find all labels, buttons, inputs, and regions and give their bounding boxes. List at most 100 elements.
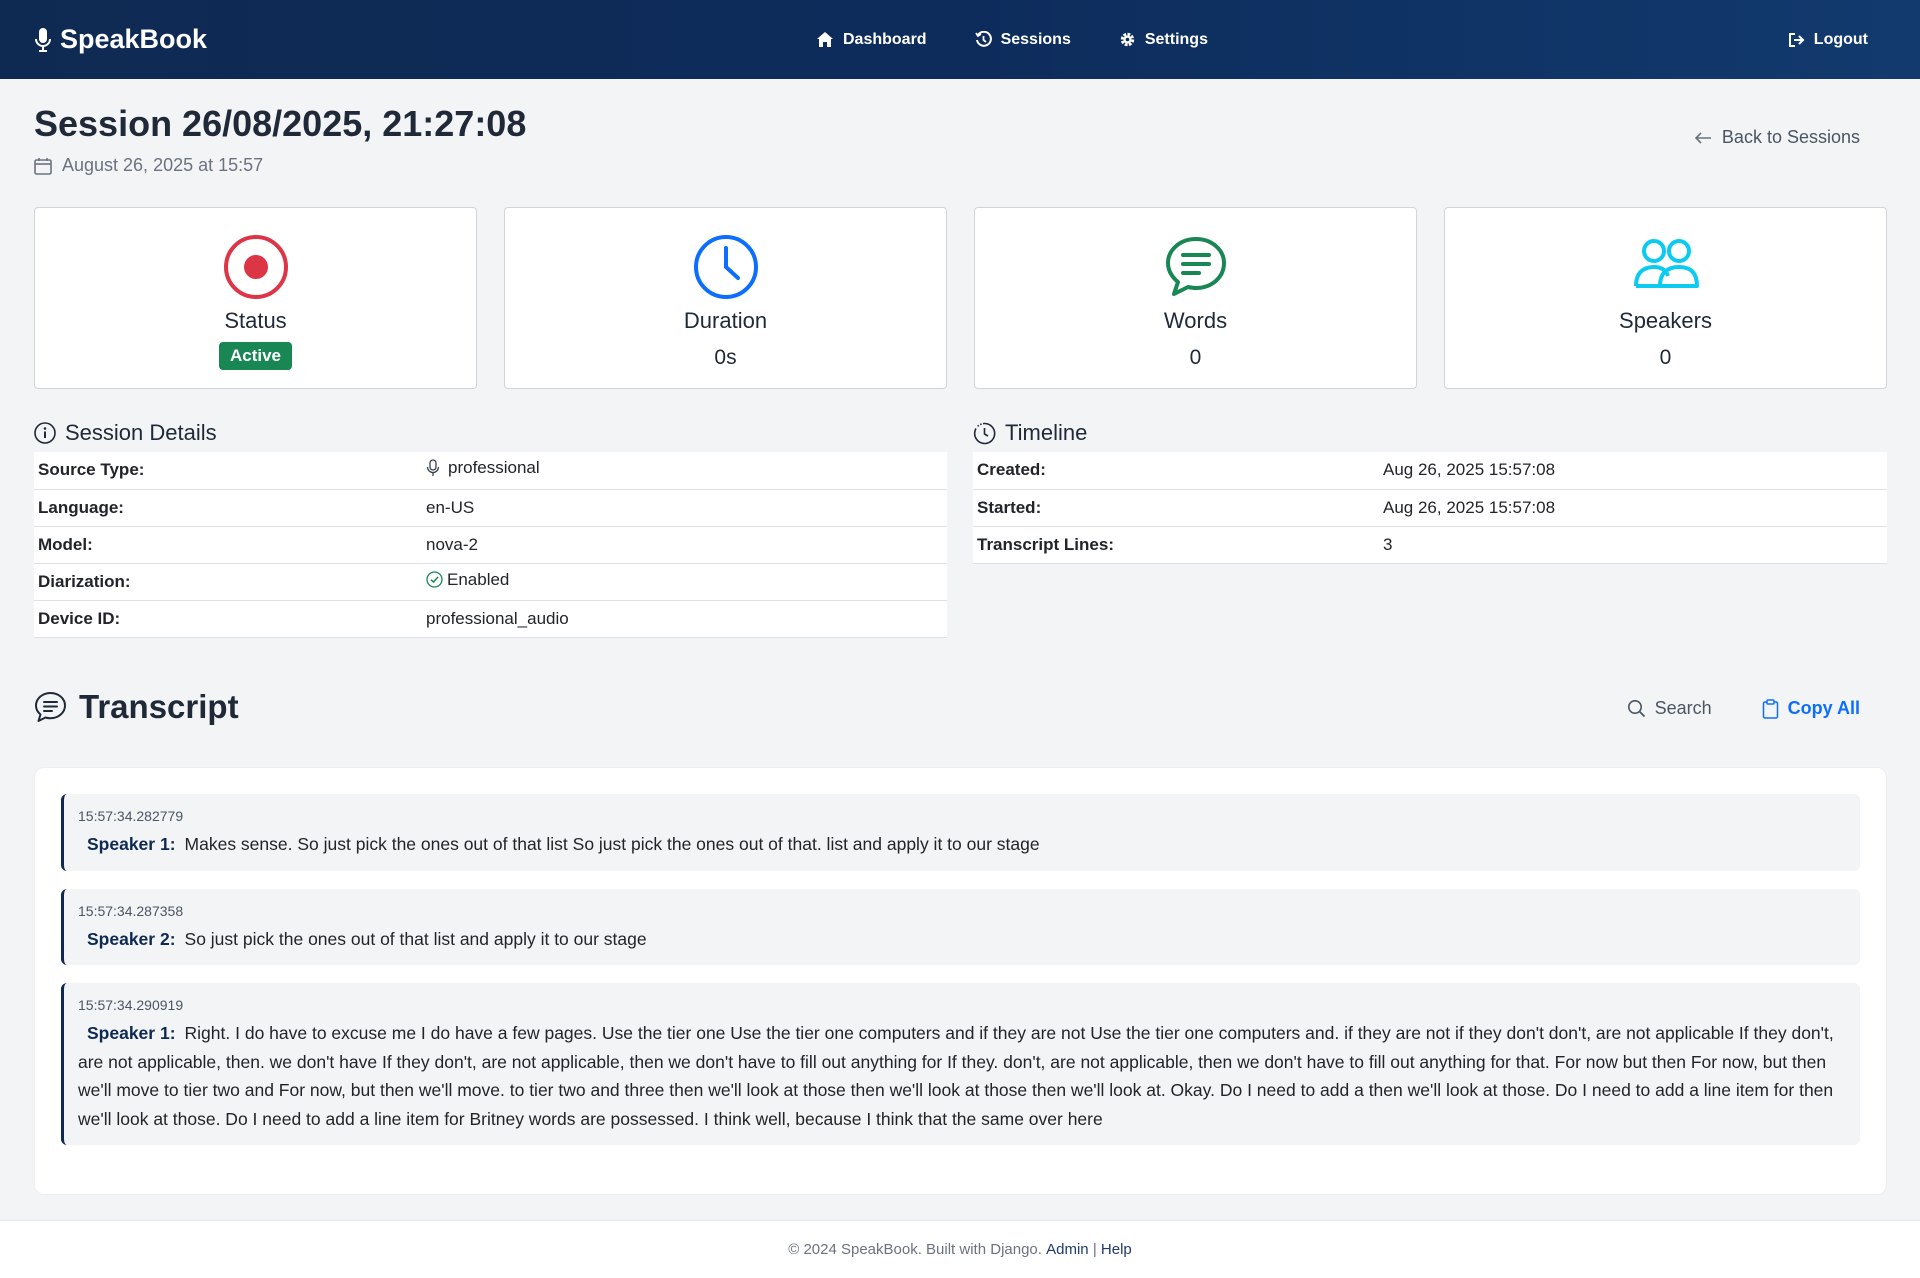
speaker-label: Speaker 1: bbox=[87, 834, 176, 854]
detail-value: Enabled bbox=[422, 563, 947, 601]
detail-key: Model: bbox=[34, 526, 422, 564]
timeline-value: Aug 26, 2025 15:57:08 bbox=[1379, 452, 1887, 490]
transcript-line: Speaker 1: Right. I do have to excuse me … bbox=[78, 1019, 1844, 1133]
detail-key: Device ID: bbox=[34, 600, 422, 638]
nav-dashboard[interactable]: Dashboard bbox=[816, 31, 927, 49]
admin-link[interactable]: Admin bbox=[1046, 1241, 1089, 1258]
search-label: Search bbox=[1654, 698, 1712, 718]
timeline-table: Created: Aug 26, 2025 15:57:08 Started: … bbox=[973, 452, 1887, 564]
clock-icon bbox=[693, 234, 759, 300]
search-icon bbox=[1627, 699, 1646, 718]
status-badge: Active bbox=[218, 342, 293, 370]
timeline-title: Timeline bbox=[1005, 420, 1088, 445]
info-circle-icon bbox=[34, 422, 56, 444]
calendar-icon bbox=[34, 157, 52, 175]
mic-icon bbox=[426, 459, 440, 477]
transcript-line: Speaker 2: So just pick the ones out of t… bbox=[78, 925, 1844, 954]
detail-value: professional_audio bbox=[422, 600, 947, 638]
nav-sessions[interactable]: Sessions bbox=[974, 30, 1071, 49]
transcript-timestamp: 15:57:34.287358 bbox=[78, 902, 184, 919]
timeline-key: Transcript Lines: bbox=[973, 526, 1379, 564]
history-icon bbox=[974, 31, 992, 48]
words-card: Words 0 bbox=[974, 207, 1417, 389]
page-title: Session 26/08/2025, 21:27:08 bbox=[34, 103, 527, 144]
session-details-title: Session Details bbox=[65, 420, 217, 445]
brand-name: SpeakBook bbox=[60, 24, 208, 54]
logout-button[interactable]: Logout bbox=[1788, 0, 1868, 79]
record-icon bbox=[223, 234, 289, 300]
transcript-line: Speaker 1: Makes sense. So just pick the … bbox=[78, 830, 1844, 859]
stats-row: Status Active Duration 0s Words 0 Speake… bbox=[34, 207, 1887, 389]
detail-value: professional bbox=[422, 452, 947, 490]
footer-separator: | bbox=[1092, 1241, 1097, 1258]
nav-settings-label: Settings bbox=[1144, 30, 1208, 48]
transcript-title: Transcript bbox=[79, 688, 239, 725]
timeline: Timeline Created: Aug 26, 2025 15:57:08 … bbox=[973, 418, 1887, 564]
microphone-icon bbox=[34, 27, 52, 53]
duration-card: Duration 0s bbox=[504, 207, 947, 389]
table-row: Created: Aug 26, 2025 15:57:08 bbox=[973, 452, 1887, 490]
transcript-text: So just pick the ones out of that list a… bbox=[184, 928, 647, 949]
transcript-text: Right. I do have to excuse me I do have … bbox=[78, 1023, 1834, 1129]
speaker-label: Speaker 1: bbox=[87, 1023, 176, 1043]
speakers-value: 0 bbox=[1659, 346, 1672, 369]
session-date: August 26, 2025 at 15:57 bbox=[34, 155, 263, 176]
home-icon bbox=[816, 31, 834, 48]
transcript-timestamp: 15:57:34.282779 bbox=[78, 808, 184, 824]
back-to-sessions-link[interactable]: Back to Sessions bbox=[1694, 127, 1860, 148]
table-row: Started: Aug 26, 2025 15:57:08 bbox=[973, 489, 1887, 527]
duration-label: Duration bbox=[683, 308, 768, 333]
table-row: Language: en-US bbox=[34, 489, 947, 527]
page-header: Session 26/08/2025, 21:27:08 August 26, … bbox=[34, 79, 1886, 206]
diarization-value: Enabled bbox=[447, 569, 510, 589]
copy-all-label: Copy All bbox=[1787, 698, 1860, 718]
logout-icon bbox=[1788, 32, 1805, 48]
session-details: Session Details Source Type: professiona… bbox=[34, 418, 947, 638]
timeline-heading: Timeline bbox=[973, 418, 1887, 448]
transcript-entry: 15:57:34.282779 Speaker 1: Makes sense. S… bbox=[61, 794, 1860, 871]
transcript-timestamp: 15:57:34.290919 bbox=[78, 997, 184, 1013]
transcript-entry: 15:57:34.287358 Speaker 2: So just pick t… bbox=[61, 888, 1860, 965]
search-button[interactable]: Search bbox=[1627, 698, 1712, 719]
back-to-sessions-label: Back to Sessions bbox=[1721, 127, 1860, 147]
session-details-table: Source Type: professional Language: en-U… bbox=[34, 452, 947, 638]
people-icon bbox=[1633, 234, 1699, 300]
footer: © 2024 SpeakBook. Built with Django. Adm… bbox=[0, 1220, 1920, 1278]
timeline-value: Aug 26, 2025 15:57:08 bbox=[1379, 489, 1887, 527]
transcript-entry: 15:57:34.290919 Speaker 1: Right. I do ha… bbox=[61, 983, 1860, 1145]
chat-text-icon bbox=[1163, 234, 1229, 300]
nav-settings[interactable]: Settings bbox=[1119, 31, 1208, 49]
transcript-text: Makes sense. So just pick the ones out o… bbox=[184, 834, 1040, 854]
detail-key: Language: bbox=[34, 489, 422, 527]
timeline-value: 3 bbox=[1379, 526, 1887, 564]
speaker-label: Speaker 2: bbox=[87, 928, 176, 949]
help-link[interactable]: Help bbox=[1101, 1241, 1132, 1258]
top-navbar: SpeakBook Dashboard Sessions Settings Lo… bbox=[0, 0, 1920, 79]
detail-value: nova-2 bbox=[422, 526, 947, 564]
table-row: Source Type: professional bbox=[34, 452, 947, 490]
check-circle-icon bbox=[426, 571, 443, 588]
gear-icon bbox=[1119, 31, 1136, 48]
transcript-heading: Transcript bbox=[34, 688, 239, 726]
speakers-label: Speakers bbox=[1619, 308, 1712, 333]
detail-value: en-US bbox=[422, 489, 947, 527]
logout-label: Logout bbox=[1813, 30, 1868, 48]
copy-all-button[interactable]: Copy All bbox=[1762, 698, 1860, 719]
arrow-left-icon bbox=[1694, 131, 1712, 145]
session-date-text: August 26, 2025 at 15:57 bbox=[62, 155, 264, 175]
session-details-heading: Session Details bbox=[34, 418, 947, 448]
nav-sessions-label: Sessions bbox=[1000, 30, 1071, 48]
table-row: Device ID: professional_audio bbox=[34, 600, 947, 638]
brand[interactable]: SpeakBook bbox=[34, 24, 207, 55]
timeline-key: Started: bbox=[973, 489, 1379, 527]
nav-dashboard-label: Dashboard bbox=[843, 30, 927, 48]
source-type-value: professional bbox=[448, 458, 540, 478]
table-row: Transcript Lines: 3 bbox=[973, 526, 1887, 564]
table-row: Diarization: Enabled bbox=[34, 563, 947, 601]
status-card: Status Active bbox=[34, 207, 477, 389]
footer-text: © 2024 SpeakBook. Built with Django. bbox=[788, 1241, 1042, 1258]
status-label: Status bbox=[224, 308, 287, 333]
speakers-card: Speakers 0 bbox=[1444, 207, 1887, 389]
timeline-key: Created: bbox=[973, 452, 1379, 490]
detail-key: Source Type: bbox=[34, 452, 422, 490]
